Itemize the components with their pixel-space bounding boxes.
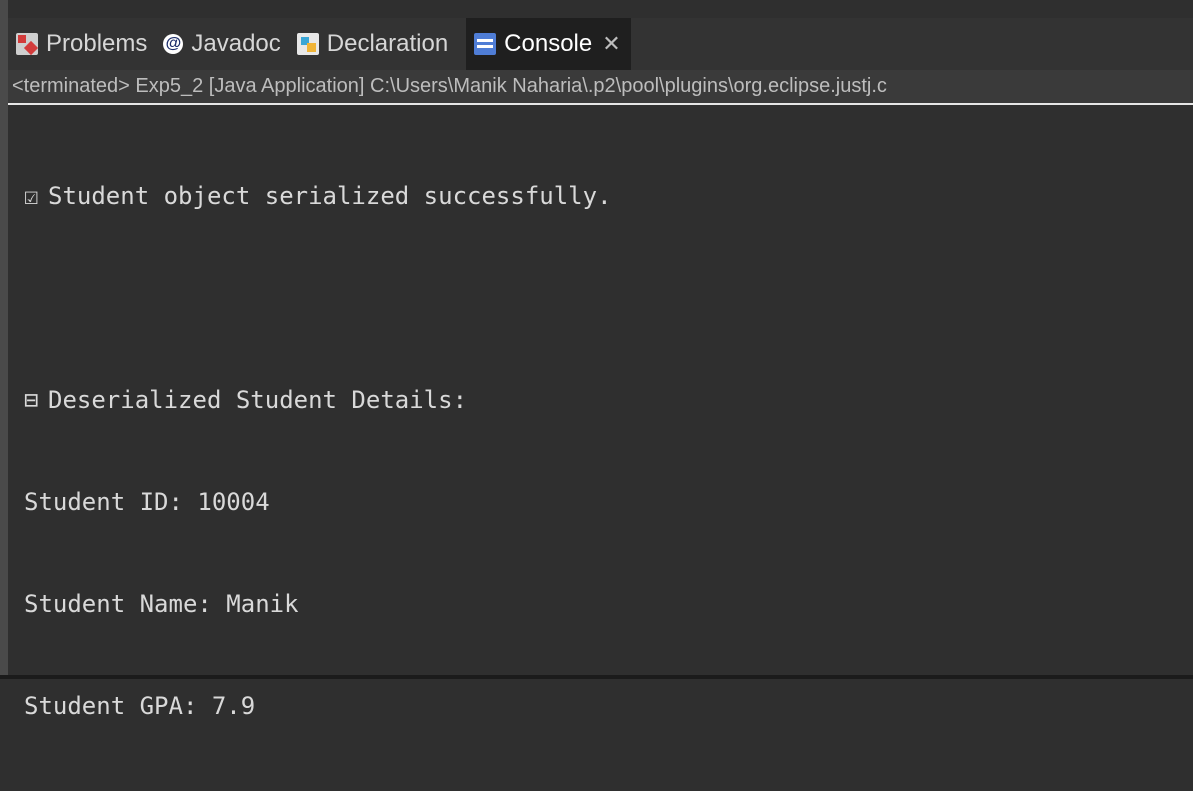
console-line-text: Student GPA: 7.9 (24, 692, 256, 720)
close-icon[interactable]: ✕ (602, 31, 620, 57)
tab-declaration[interactable]: Declaration (289, 18, 456, 70)
tab-problems[interactable]: Problems (8, 18, 155, 70)
console-line-text: Deserialized Student Details: (48, 386, 468, 414)
eclipse-console-view: Problems @ Javadoc Declaration Console ✕… (0, 0, 1193, 720)
left-gutter (0, 0, 8, 679)
file-icon: ⊟ (24, 386, 39, 414)
tab-problems-label: Problems (46, 30, 148, 57)
console-line-text: Student object serialized successfully. (48, 182, 612, 210)
console-output[interactable]: ☑ Student object serialized successfully.… (8, 105, 1193, 720)
checkbox-icon: ☑ (24, 182, 39, 210)
tab-javadoc-label: Javadoc (191, 30, 281, 57)
declaration-icon (296, 33, 319, 55)
view-tabbar: Problems @ Javadoc Declaration Console ✕ (8, 18, 1193, 70)
tab-javadoc[interactable]: @ Javadoc (155, 18, 288, 70)
console-line: Student Name: Manik (24, 587, 1193, 621)
console-status-line: <terminated> Exp5_2 [Java Application] C… (8, 70, 1193, 103)
console-line-text: Student Name: Manik (24, 590, 299, 618)
console-line: Student ID: 10004 (24, 485, 1193, 519)
tab-console-label: Console (504, 30, 593, 57)
javadoc-icon: @ (163, 34, 184, 54)
console-line-text: Student ID: 10004 (24, 488, 270, 516)
problems-icon (16, 33, 38, 55)
tab-console[interactable]: Console ✕ (466, 18, 631, 70)
console-line: ☑ Student object serialized successfully. (24, 179, 1193, 213)
tab-declaration-label: Declaration (326, 30, 449, 57)
console-icon (474, 33, 497, 55)
console-line: ⊟ Deserialized Student Details: (24, 383, 1193, 417)
console-line: Student GPA: 7.9 (24, 689, 1193, 723)
bottom-border (0, 675, 1193, 679)
